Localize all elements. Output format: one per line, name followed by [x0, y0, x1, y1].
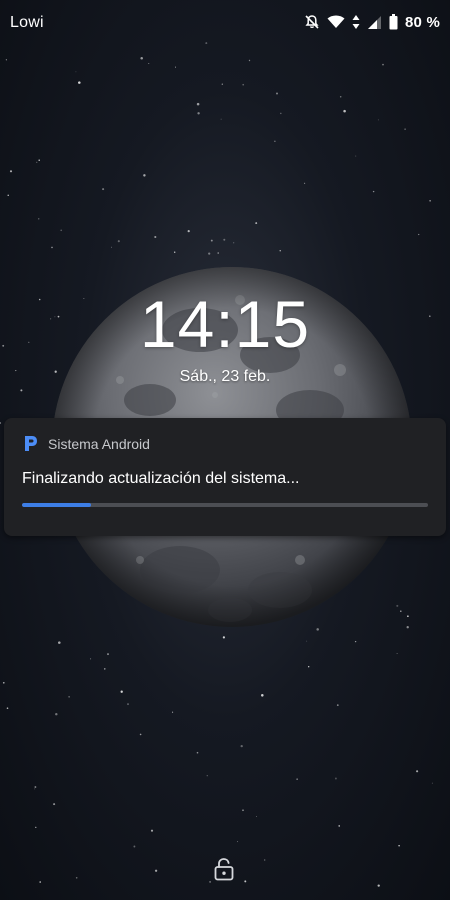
lock-screen-date: Sáb., 23 feb. — [179, 368, 271, 385]
wifi-icon — [327, 15, 345, 28]
notification-title: Finalizando actualización del sistema... — [22, 470, 300, 487]
notifications-off-icon — [305, 15, 319, 29]
update-progress-bar — [22, 503, 428, 507]
data-arrows-icon — [352, 15, 360, 29]
carrier-name: Lowi — [10, 14, 44, 31]
notification-app-name: Sistema Android — [48, 435, 150, 452]
android-p-logo-icon — [25, 436, 37, 451]
battery-percentage: 80 % — [405, 13, 440, 31]
status-bar: Lowi 80 % — [0, 0, 450, 44]
status-icons: 80 % — [304, 11, 440, 33]
cell-signal-icon — [368, 15, 381, 29]
system-update-notification[interactable]: Sistema Android Finalizando actualizació… — [4, 418, 446, 536]
lock-open-icon[interactable] — [213, 857, 235, 881]
update-progress-fill — [22, 503, 92, 507]
battery-icon — [389, 14, 398, 30]
notification-header: Sistema Android — [24, 435, 150, 452]
lock-screen-clock: 14:15 — [139, 287, 311, 361]
